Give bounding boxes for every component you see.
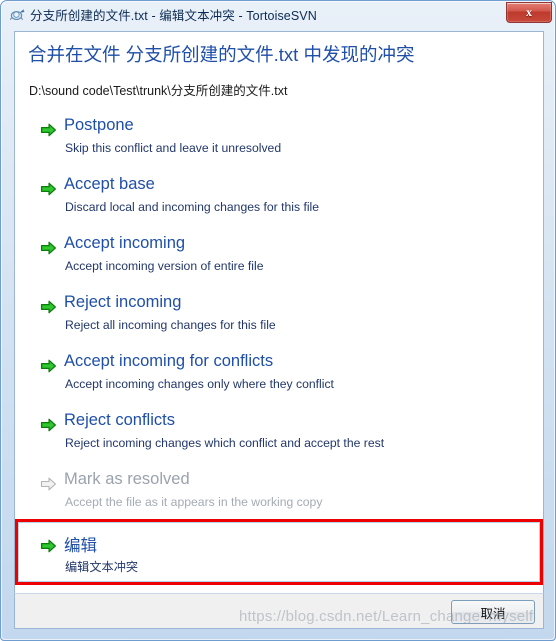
option-title: 编辑 (64, 537, 97, 555)
option-title: Accept incoming (64, 234, 186, 252)
option-title: Accept incoming for conflicts (64, 352, 274, 370)
green-arrow-icon (40, 181, 57, 197)
list-item[interactable]: Accept incoming for conflicts Accept inc… (15, 352, 543, 411)
option-description: Accept incoming version of entire file (65, 259, 264, 273)
content-panel: 合并在文件 分支所创建的文件.txt 中发现的冲突 D:\sound code\… (14, 31, 544, 593)
option-description: Accept the file as it appears in the wor… (65, 495, 323, 509)
green-arrow-icon (40, 299, 57, 315)
title-bar[interactable]: 分支所创建的文件.txt - 编辑文本冲突 - TortoiseSVN ​ ​ … (1, 1, 555, 30)
list-item[interactable]: Reject conflicts Reject incoming changes… (15, 411, 543, 470)
tortoisesvn-conflict-icon (9, 6, 26, 23)
green-arrow-icon (40, 417, 57, 433)
option-title: Reject incoming (64, 293, 182, 311)
cancel-button[interactable]: 取消 (451, 600, 535, 624)
option-description: Discard local and incoming changes for t… (65, 200, 320, 214)
option-description: Reject incoming changes which conflict a… (65, 436, 385, 450)
dialog-footer: 取消 (14, 593, 544, 629)
green-arrow-icon (40, 538, 57, 554)
option-title: Postpone (64, 116, 134, 134)
option-description: Accept incoming changes only where they … (65, 377, 334, 391)
window-title: 分支所创建的文件.txt - 编辑文本冲突 - TortoiseSVN (30, 9, 317, 23)
list-item: Mark as resolved Accept the file as it a… (15, 470, 543, 529)
page-title: 合并在文件 分支所创建的文件.txt 中发现的冲突 (28, 44, 415, 65)
green-arrow-icon (40, 240, 57, 256)
conflict-options-list: Postpone Skip this conflict and leave it… (15, 116, 543, 593)
option-title: Mark as resolved (64, 470, 190, 488)
list-item[interactable]: 编辑 编辑文本冲突 (15, 529, 543, 593)
dialog-window: 分支所创建的文件.txt - 编辑文本冲突 - TortoiseSVN ​ ​ … (0, 0, 556, 641)
close-button[interactable]: x (506, 2, 552, 23)
option-description: Skip this conflict and leave it unresolv… (65, 141, 282, 155)
list-item[interactable]: Reject incoming Reject all incoming chan… (15, 293, 543, 352)
green-arrow-icon (40, 122, 57, 138)
option-description: Reject all incoming changes for this fil… (65, 318, 276, 332)
list-item[interactable]: Accept base Discard local and incoming c… (15, 175, 543, 234)
list-item[interactable]: Postpone Skip this conflict and leave it… (15, 116, 543, 175)
gray-arrow-icon (40, 476, 57, 492)
green-arrow-icon (40, 358, 57, 374)
file-path-label: D:\sound code\Test\trunk\分支所创建的文件.txt (29, 84, 288, 98)
option-description: 编辑文本冲突 (65, 560, 139, 574)
list-item[interactable]: Accept incoming Accept incoming version … (15, 234, 543, 293)
option-title: Accept base (64, 175, 155, 193)
option-title: Reject conflicts (64, 411, 175, 429)
